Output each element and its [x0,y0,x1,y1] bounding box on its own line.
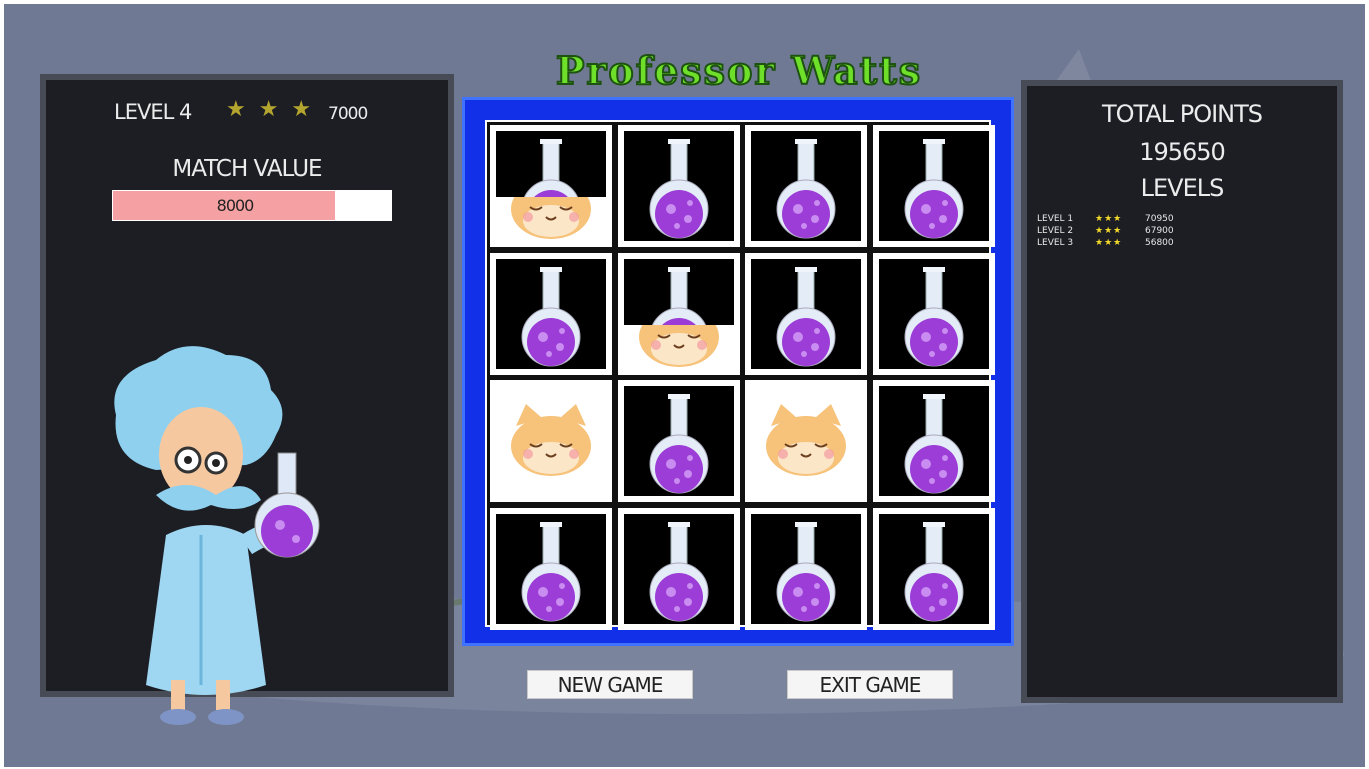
level-row-name: LEVEL 2 [1037,226,1074,236]
flask-icon [904,266,963,366]
flask-icon [649,139,708,239]
card-flask[interactable] [617,380,740,502]
card-cat[interactable] [745,380,867,502]
level-row: LEVEL 3 ★★★ 56800 [1037,238,1174,250]
card-flask[interactable] [745,507,867,630]
match-value-title: MATCH VALUE [172,156,322,182]
cat-face-icon [766,404,846,476]
flask-icon [776,266,836,366]
new-game-button[interactable]: NEW GAME [527,670,693,699]
level-row-stars: ★★★ [1095,238,1123,248]
svg-text:Professor Watts: Professor Watts [556,48,922,93]
card-flask[interactable] [745,125,867,247]
card-flask[interactable] [490,507,612,630]
level-row-stars: ★★★ [1095,214,1123,224]
card-flask[interactable] [872,252,995,375]
flask-icon [904,521,963,621]
level-row-name: LEVEL 3 [1037,238,1074,248]
level-stars: ★ ★ ★ [226,97,315,122]
exit-game-button[interactable]: EXIT GAME [787,670,953,699]
levels-title: LEVELS [1140,174,1225,202]
professor-character [114,346,320,725]
flask-icon [521,266,581,366]
total-points-title: TOTAL POINTS [1101,100,1263,128]
match-value-text: 8000 [216,196,255,215]
game-board-frame [462,97,1014,646]
level-row-score: 70950 [1145,214,1174,224]
flask-icon [521,521,581,621]
level-row-name: LEVEL 1 [1037,214,1074,224]
flask-icon [776,139,836,239]
game-screen: LEVEL 4 ★ ★ ★ 7000 MATCH VALUE 8000 Prof… [4,4,1365,767]
level-score: 7000 [328,104,368,124]
card-flask[interactable] [872,507,995,630]
card-flask[interactable] [872,125,995,247]
flipping-card-icon [496,131,606,239]
card-flask[interactable] [745,252,867,375]
match-value-bar: 8000 [112,190,392,221]
level-row: LEVEL 2 ★★★ 67900 [1037,226,1174,238]
flipping-card-icon [623,258,734,367]
flask-icon [776,521,836,621]
card-cat[interactable] [490,380,612,502]
game-board [485,120,995,630]
total-points-value: 195650 [1139,138,1226,166]
flask-icon [904,394,963,494]
flask-icon [904,139,963,239]
card-flask[interactable] [617,507,740,630]
level-row-score: 67900 [1145,226,1174,236]
level-info-panel: LEVEL 4 ★ ★ ★ 7000 MATCH VALUE 8000 [40,74,454,725]
card-cat[interactable] [617,252,740,375]
flask-icon [649,521,708,621]
cat-face-icon [511,404,591,476]
card-cat[interactable] [490,125,612,247]
score-summary-panel: TOTAL POINTS 195650 LEVELS LEVEL 1 ★★★ 709… [1021,80,1343,703]
level-row-score: 56800 [1145,238,1174,248]
level-row-stars: ★★★ [1095,226,1123,236]
card-flask[interactable] [617,125,740,247]
level-label: LEVEL 4 [114,100,192,124]
card-flask[interactable] [490,252,612,375]
level-row: LEVEL 1 ★★★ 70950 [1037,214,1174,226]
flask-icon [649,394,708,494]
card-flask[interactable] [872,380,995,502]
game-title: Professor Watts [555,48,922,94]
